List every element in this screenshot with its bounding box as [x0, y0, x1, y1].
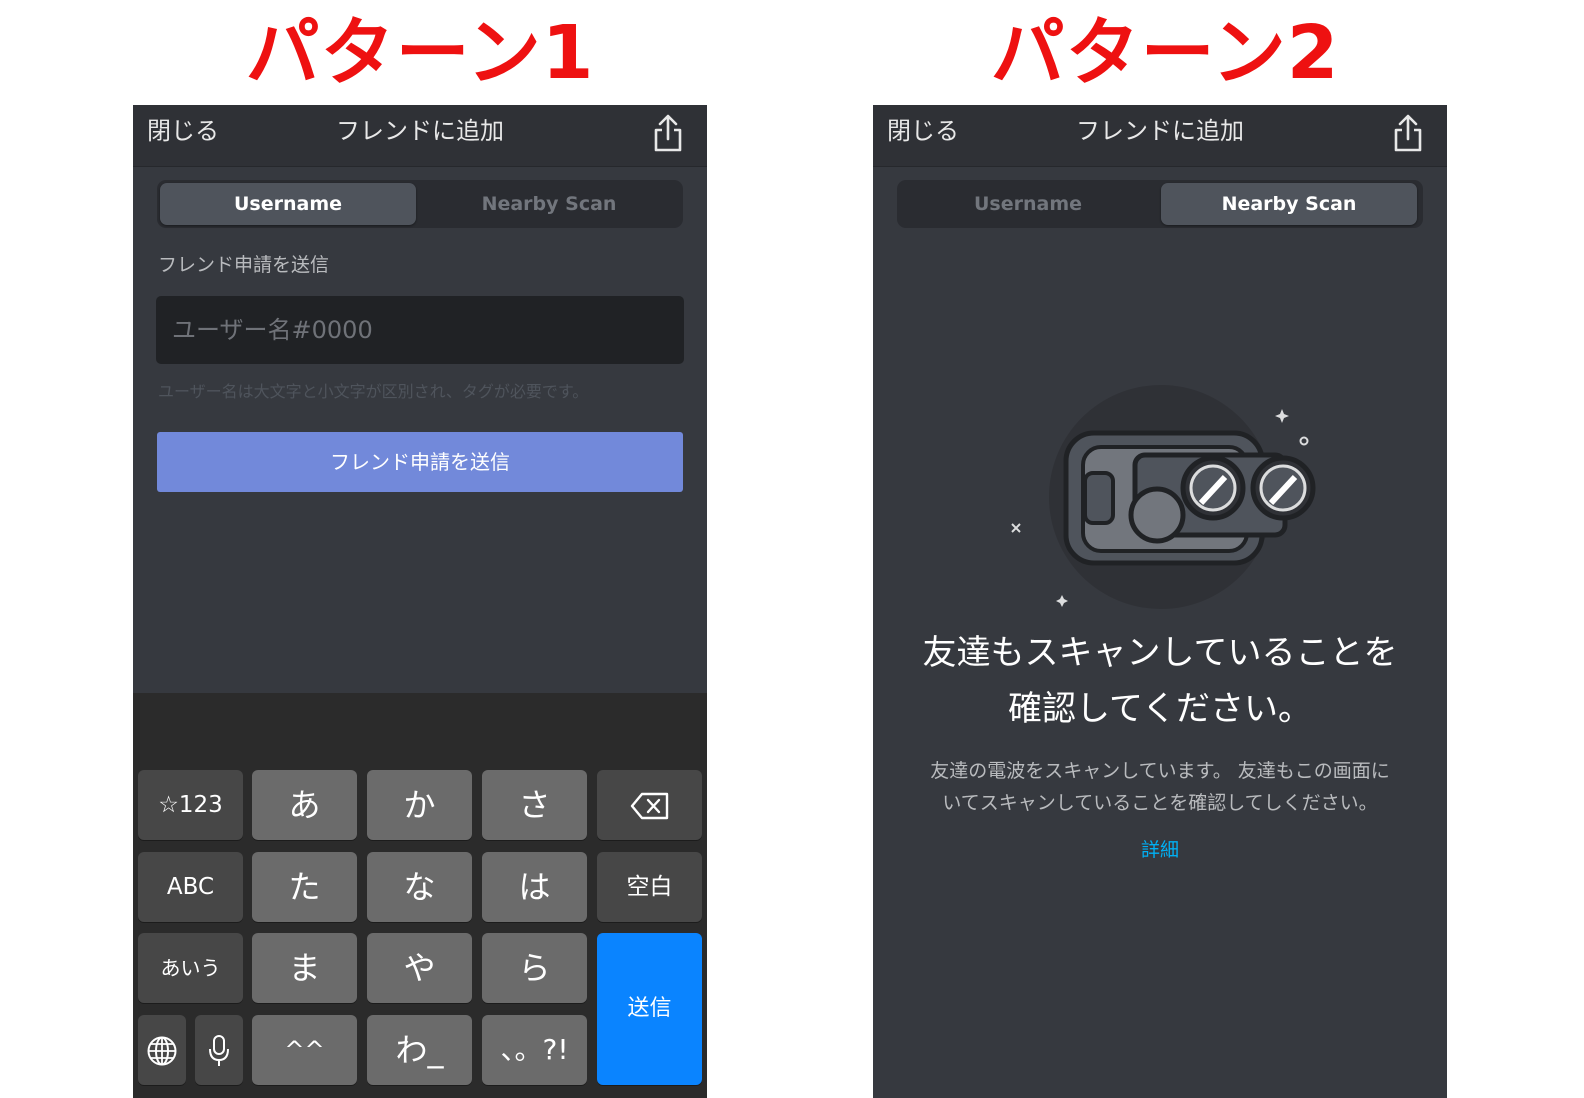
microphone-icon [209, 1034, 229, 1066]
key-symbols[interactable]: ☆123 [138, 770, 243, 840]
key-kana[interactable]: あいう [138, 933, 243, 1003]
pattern-1-title: パターン1 [245, 10, 595, 96]
key-ma[interactable]: ま [252, 933, 357, 1003]
key-abc[interactable]: ABC [138, 852, 243, 922]
username-hint: ユーザー名は大文字と小文字が区別され、タグが必要です。 [158, 382, 589, 401]
share-icon[interactable] [1391, 113, 1425, 153]
share-icon[interactable] [651, 113, 685, 153]
key-ka[interactable]: か [367, 770, 472, 840]
key-sa[interactable]: さ [482, 770, 587, 840]
key-wa[interactable]: わ_ [367, 1015, 472, 1085]
keyboard: ☆123 あ か さ ABC た な は 空白 あいう ま や ら 送信 ^^ … [133, 693, 707, 1098]
key-ta[interactable]: た [252, 852, 357, 922]
key-send[interactable]: 送信 [597, 933, 702, 1085]
close-button[interactable]: 閉じる [147, 111, 219, 146]
key-delete[interactable] [597, 770, 702, 840]
top-bar: 閉じる フレンドに追加 [873, 105, 1447, 167]
scan-heading: 友達もスキャンしていることを 確認してください。 [873, 625, 1447, 737]
globe-icon [147, 1036, 177, 1065]
tab-username[interactable]: Username [160, 183, 416, 225]
scan-heading-line-2: 確認してください。 [1008, 689, 1312, 729]
key-ra[interactable]: ら [482, 933, 587, 1003]
tab-nearby-scan[interactable]: Nearby Scan [1161, 183, 1417, 225]
close-button[interactable]: 閉じる [887, 111, 959, 146]
send-friend-request-button[interactable]: フレンド申請を送信 [157, 432, 683, 492]
key-punctuation[interactable]: 、。?! [482, 1015, 587, 1085]
details-link[interactable]: 詳細 [873, 835, 1447, 862]
key-globe[interactable] [138, 1015, 186, 1085]
key-dakuten[interactable]: ^^ [252, 1015, 357, 1085]
scan-description-line-1: 友達の電波をスキャンしています。 友達もこの画面に [930, 760, 1390, 782]
key-dictation[interactable] [195, 1015, 243, 1085]
key-ya[interactable]: や [367, 933, 472, 1003]
binoculars-icon [1011, 385, 1316, 609]
tab-nearby-scan[interactable]: Nearby Scan [421, 183, 677, 225]
scan-description: 友達の電波をスキャンしています。 友達もこの画面に いてスキャンしていることを確… [873, 755, 1447, 819]
key-space[interactable]: 空白 [597, 852, 702, 922]
segmented-control: Username Nearby Scan [897, 180, 1423, 228]
pattern-2-title: パターン2 [990, 10, 1340, 96]
key-ha[interactable]: は [482, 852, 587, 922]
key-a[interactable]: あ [252, 770, 357, 840]
phone-pattern-2: 閉じる フレンドに追加 Username Nearby Scan 友達もスキャン… [873, 105, 1447, 1098]
scan-heading-line-1: 友達もスキャンしていることを [922, 633, 1398, 673]
screen-title: フレンドに追加 [336, 117, 504, 145]
screen-title: フレンドに追加 [1076, 117, 1244, 145]
scan-description-line-2: いてスキャンしていることを確認してしください。 [942, 792, 1378, 814]
segmented-control: Username Nearby Scan [157, 180, 683, 228]
delete-icon [630, 792, 668, 819]
username-input[interactable] [156, 296, 684, 364]
phone-pattern-1: 閉じる フレンドに追加 Username Nearby Scan フレンド申請を… [133, 105, 707, 1098]
tab-username[interactable]: Username [900, 183, 1156, 225]
top-bar: 閉じる フレンドに追加 [133, 105, 707, 167]
section-label: フレンド申請を送信 [158, 254, 330, 276]
key-na[interactable]: な [367, 852, 472, 922]
